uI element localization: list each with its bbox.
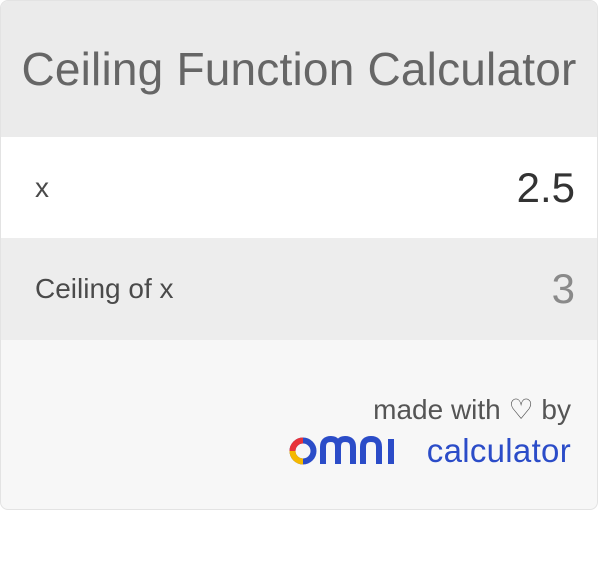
calculator-widget: Ceiling Function Calculator x Ceiling of… xyxy=(0,0,598,510)
input-row-x: x xyxy=(1,137,597,238)
input-label-x: x xyxy=(35,171,49,203)
output-row-ceiling: Ceiling of x 3 xyxy=(1,238,597,340)
branding-footer: made with ♡ by calculator xyxy=(287,393,571,470)
output-label-ceiling: Ceiling of x xyxy=(35,273,174,304)
calculator-wordmark: calculator xyxy=(426,432,571,469)
omni-calculator-link[interactable]: calculator xyxy=(287,432,571,470)
calculator-header: Ceiling Function Calculator xyxy=(1,1,597,137)
calculator-title: Ceiling Function Calculator xyxy=(21,43,577,95)
ceiling-result-value: 3 xyxy=(551,265,575,312)
omni-logo-icon xyxy=(289,436,394,465)
made-with-text: made with ♡ by xyxy=(373,394,571,425)
x-input[interactable] xyxy=(375,163,575,212)
